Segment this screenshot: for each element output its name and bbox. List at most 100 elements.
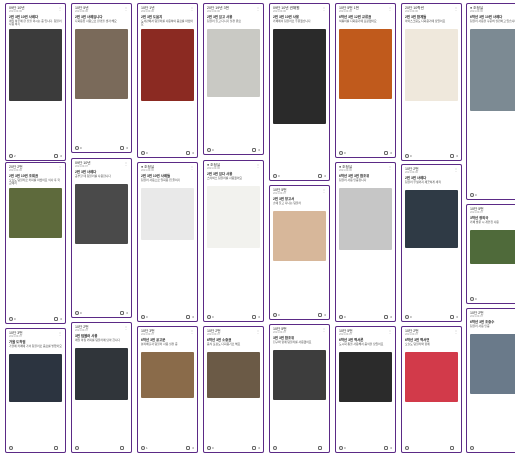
post-photo[interactable] xyxy=(75,347,128,400)
post-photo[interactable] xyxy=(273,28,326,124)
post-photo[interactable] xyxy=(207,351,260,398)
like-icon[interactable] xyxy=(470,297,474,301)
comment-icon[interactable] xyxy=(119,146,124,150)
like-icon[interactable] xyxy=(273,313,277,317)
like-icon[interactable] xyxy=(75,146,79,150)
post-card[interactable]: 10단 2번 2021.09.07 ⋮ 6학년 3번 백서연 오늘도 텀블러와 함께 xyxy=(401,326,462,453)
more-options-icon[interactable]: ⋮ xyxy=(124,325,128,330)
like-icon[interactable] xyxy=(9,154,13,158)
post-card[interactable]: 10단 5번 2021.09.07 ⋮ 2번 3번 창고서 손에 들고 다니는 텀블러 0… xyxy=(269,185,330,320)
post-photo[interactable] xyxy=(405,28,458,101)
more-options-icon[interactable]: ⋮ xyxy=(256,329,260,334)
like-icon[interactable] xyxy=(405,154,409,158)
post-card[interactable]: ● 조정실 2021.09.06 ⋮ 2번 3번 10번 사례들 텀블러 사용으로 일회… xyxy=(137,162,198,322)
post-photo[interactable] xyxy=(207,185,260,248)
more-options-icon[interactable]: ⋮ xyxy=(388,329,392,334)
post-card[interactable]: 20단 10학년 2021.09.06 ⋮ 2번 3번 합계들 아이스크림도 다회용기에… xyxy=(401,3,462,161)
like-icon[interactable] xyxy=(273,174,277,178)
like-icon[interactable] xyxy=(273,446,277,450)
comment-icon[interactable] xyxy=(185,315,190,319)
comment-icon[interactable] xyxy=(53,446,58,450)
like-icon[interactable] xyxy=(405,446,409,450)
post-card[interactable]: 10단 2번2021.09.07⋮6학년 3번 조중수텀블러 사용 인증 xyxy=(466,308,515,453)
post-photo[interactable] xyxy=(75,183,128,244)
comment-icon[interactable] xyxy=(53,317,58,321)
comment-icon[interactable] xyxy=(185,446,190,450)
post-photo[interactable] xyxy=(339,28,392,99)
like-icon[interactable] xyxy=(9,317,13,321)
like-icon[interactable] xyxy=(470,193,474,197)
comment-icon[interactable] xyxy=(317,313,322,317)
post-card[interactable]: 10단 2번 2021.09.07 ⋮ 3번 텀블러 사용 매일 아침 커피를 텀블러에… xyxy=(71,322,132,453)
like-icon[interactable] xyxy=(339,446,343,450)
post-card[interactable]: ● 조정실 2021.09.06 ⋮ 6학년 3번 3번 합조위 텀블러 사용 인증합니… xyxy=(335,162,396,322)
like-icon[interactable] xyxy=(339,315,343,319)
more-options-icon[interactable]: ⋮ xyxy=(454,329,458,334)
post-photo[interactable] xyxy=(405,351,458,402)
comment-icon[interactable] xyxy=(119,446,124,450)
more-options-icon[interactable]: ⋮ xyxy=(322,327,326,332)
post-photo[interactable] xyxy=(470,28,515,111)
post-card[interactable]: 10단 2번 2021.09.06 ⋮ 2번 3번 사레다 텀블러 뚜껑까지 깨끗하게 … xyxy=(401,164,462,322)
post-card[interactable]: 10단 2번 2021.09.07 ⋮ 6학년 3번 소중권 음식 포장도 다회용기로 … xyxy=(203,326,264,453)
comment-icon[interactable] xyxy=(251,315,256,319)
comment-icon[interactable] xyxy=(383,315,388,319)
post-photo[interactable] xyxy=(141,28,194,101)
post-photo[interactable] xyxy=(470,229,515,264)
like-icon[interactable] xyxy=(9,446,13,450)
like-icon[interactable] xyxy=(75,311,79,315)
post-photo[interactable] xyxy=(141,351,194,398)
more-options-icon[interactable]: ⋮ xyxy=(256,163,260,168)
like-icon[interactable] xyxy=(207,446,211,450)
post-card[interactable]: 10단 3번 2021.09.07 ⋮ 6학년 3번 공고문 분리배출과 텀블러 사용 … xyxy=(137,326,198,453)
more-options-icon[interactable]: ⋮ xyxy=(322,188,326,193)
comment-icon[interactable] xyxy=(449,315,454,319)
post-photo[interactable] xyxy=(339,187,392,250)
post-photo[interactable] xyxy=(9,353,62,402)
more-options-icon[interactable]: ⋮ xyxy=(190,6,194,11)
post-photo[interactable] xyxy=(273,210,326,261)
post-photo[interactable] xyxy=(9,28,62,101)
post-card[interactable]: 10단 1년 2021.09.06 ⋮ 2번 3번 도움지 도서관에서 텀블러를 사용하… xyxy=(137,3,198,158)
comment-icon[interactable] xyxy=(53,154,58,158)
comment-icon[interactable] xyxy=(383,151,388,155)
like-icon[interactable] xyxy=(141,446,145,450)
like-icon[interactable] xyxy=(339,151,343,155)
comment-icon[interactable] xyxy=(251,148,256,152)
more-options-icon[interactable]: ⋮ xyxy=(256,6,260,11)
post-card[interactable]: ● 조정실 2021.09.06 ⋮ 2번 3번 있다 사용 스타벅스 텀블러를 사용했… xyxy=(203,160,264,322)
post-photo[interactable] xyxy=(75,28,128,99)
like-icon[interactable] xyxy=(141,315,145,319)
comment-icon[interactable] xyxy=(119,311,124,315)
comment-icon[interactable] xyxy=(383,446,388,450)
post-photo[interactable] xyxy=(207,28,260,97)
comment-icon[interactable] xyxy=(185,151,190,155)
more-options-icon[interactable]: ⋮ xyxy=(190,165,194,170)
more-options-icon[interactable]: ⋮ xyxy=(58,165,62,170)
more-options-icon[interactable]: ⋮ xyxy=(454,167,458,172)
post-card[interactable]: 10단 3번 2021.09.07 ⋮ 가을 도착점 가을에 카페에 가서 텀블러로 음… xyxy=(5,328,66,453)
more-options-icon[interactable]: ⋮ xyxy=(58,6,62,11)
post-card[interactable]: 09단 10년 권해원 2021.09.06 ⋮ 2번 3번 10번 사용 카페에서 텀… xyxy=(269,3,330,181)
comment-icon[interactable] xyxy=(449,446,454,450)
post-photo[interactable] xyxy=(339,351,392,402)
post-card[interactable]: ● 조정실2021.09.06⋮6학년 3번 10번 사례다텀블러 사용을 꾸준… xyxy=(466,3,515,200)
comment-icon[interactable] xyxy=(251,446,256,450)
more-options-icon[interactable]: ⋮ xyxy=(124,6,128,11)
comment-icon[interactable] xyxy=(449,154,454,158)
like-icon[interactable] xyxy=(207,315,211,319)
comment-icon[interactable] xyxy=(317,174,322,178)
like-icon[interactable] xyxy=(141,151,145,155)
post-card[interactable]: 20단 19년 3번 2021.09.06 ⋮ 2번 3번 있고 사용 텀블러 들고 다… xyxy=(203,3,264,155)
post-photo[interactable] xyxy=(9,187,62,238)
post-card[interactable]: 09단 10년 2021.09.07 ⋮ 2번 3번 사레다 공부할 때 텀블러를 사용… xyxy=(71,158,132,318)
more-options-icon[interactable]: ⋮ xyxy=(124,161,128,166)
post-card[interactable]: 10단 5번 2021.09.07 ⋮ 3번 3번 합조위 친구와 함께 텀블러를 사용… xyxy=(269,324,330,453)
post-photo[interactable] xyxy=(141,187,194,240)
more-options-icon[interactable]: ⋮ xyxy=(322,6,326,11)
comment-icon[interactable] xyxy=(317,446,322,450)
like-icon[interactable] xyxy=(207,148,211,152)
post-card[interactable]: 20단 2번 2021.09.06 ⋮ 2번 3번 10번 조회권 오늘도 텀블러로 커… xyxy=(5,162,66,324)
post-card[interactable]: 10단 5년 2021.09.06 ⋮ 2번 3번 사례입니다 다회용컵 사용으로 환경… xyxy=(71,3,132,153)
post-photo[interactable] xyxy=(273,349,326,400)
